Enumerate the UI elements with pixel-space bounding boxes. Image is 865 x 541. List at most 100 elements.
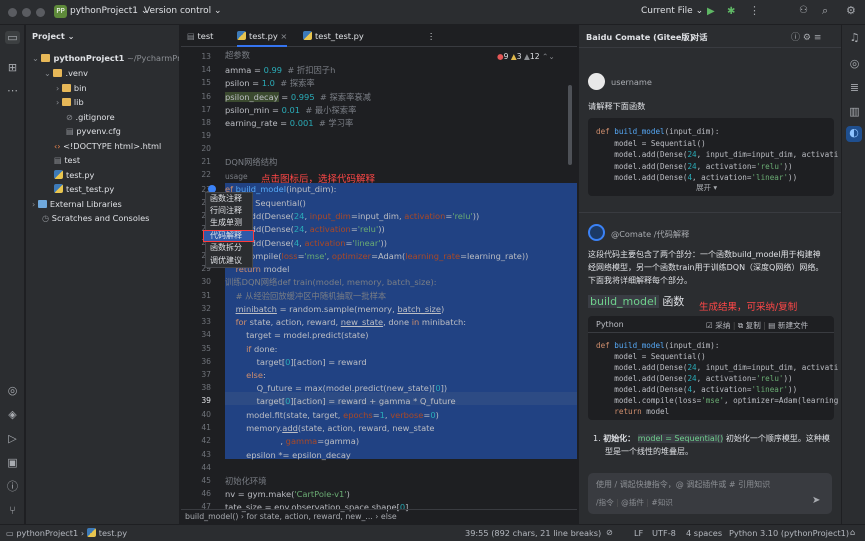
close-window-button[interactable]	[8, 8, 17, 17]
code-line[interactable]: model.fit(state, target, epochs=1, verbo…	[225, 409, 439, 422]
tree-item-scratches[interactable]: ◷ Scratches and Consoles	[42, 211, 149, 225]
editor-scrollbar[interactable]	[568, 85, 572, 165]
tab-chat[interactable]: 对话	[691, 31, 707, 43]
comate-icon[interactable]: ◐	[846, 126, 862, 142]
code-line[interactable]: epsilon *= epsilon_decay	[225, 449, 351, 462]
layers-icon[interactable]: ◈	[5, 408, 20, 421]
sciview-icon[interactable]: ▥	[847, 105, 862, 118]
tree-item-test[interactable]: ▤ test	[54, 153, 80, 167]
problems-icon[interactable]: ⓘ	[5, 480, 20, 493]
tree-item-external-libraries[interactable]: › External Libraries	[32, 197, 122, 211]
python-packages-icon[interactable]: ◎	[5, 384, 20, 397]
new-file-button[interactable]: ▤ 新建文件	[768, 321, 808, 330]
python-interpreter[interactable]: Python 3.10 (pythonProject1)	[729, 528, 849, 538]
tree-item-html[interactable]: ‹› <!DOCTYPE html>.html	[54, 139, 161, 153]
code-line[interactable]: psilon_min = 0.01 # 最小探索率	[225, 104, 356, 117]
code-line[interactable]: if done:	[225, 343, 277, 356]
code-line[interactable]: target[0][action] = reward + gamma * Q_f…	[225, 395, 456, 408]
tree-item-test-test-py[interactable]: test_test.py	[54, 182, 114, 196]
code-line[interactable]: Q_future = max(model.predict(new_state)[…	[225, 382, 448, 395]
chat-input[interactable]: 使用 / 调起快捷指令，@ 调起插件或 # 引用知识 /指令 | @插件 | #…	[588, 473, 832, 514]
help-icon[interactable]: ⓘ	[791, 33, 800, 43]
notifications-icon[interactable]: ♫	[847, 31, 862, 44]
file-encoding[interactable]: UTF-8	[652, 528, 676, 538]
tree-item-gitignore[interactable]: ⊘ .gitignore	[66, 110, 115, 124]
project-panel-title[interactable]: Project ⌄	[32, 31, 75, 41]
settings-icon[interactable]: ⚙	[846, 4, 856, 17]
project-switcher[interactable]: pythonProject1 ⌄	[70, 6, 148, 16]
code-line[interactable]: else:	[225, 369, 266, 382]
tab-test-test-py[interactable]: test_test.py	[303, 25, 364, 47]
menu-item-generate-unit-test[interactable]: 生成单测	[210, 217, 242, 229]
caret-position[interactable]: 39:55 (892 chars, 21 line breaks)	[465, 528, 601, 538]
breadcrumb-item[interactable]: build_model()	[185, 512, 238, 521]
breadcrumb-item[interactable]: else	[381, 512, 397, 521]
slash-command-button[interactable]: /指令	[596, 498, 614, 507]
settings-icon[interactable]: ⚙	[803, 33, 811, 43]
plugin-button[interactable]: @插件	[621, 498, 644, 507]
indent-setting[interactable]: 4 spaces	[686, 528, 722, 538]
status-breadcrumb[interactable]: ▭ pythonProject1 › test.py	[6, 528, 127, 538]
code-line[interactable]: minibatch = random.sample(memory, batch_…	[225, 303, 445, 316]
warning-count: 3	[516, 52, 522, 61]
debug-icon[interactable]: ✱	[727, 6, 735, 17]
tree-item-bin[interactable]: › bin	[56, 81, 87, 95]
inspection-widget[interactable]: ●9 ▲3 ▲12 ⌃⌄	[497, 52, 555, 61]
database-icon[interactable]: ≣	[847, 81, 862, 94]
git-icon[interactable]: ⑂	[5, 504, 20, 517]
more-actions-icon[interactable]: ⋮	[749, 4, 760, 17]
copy-button[interactable]: ⧉ 复制	[738, 321, 761, 330]
tabs-more-icon[interactable]: ⋮	[427, 25, 435, 47]
search-icon[interactable]: ⌕	[822, 4, 828, 18]
project-folder-icon[interactable]: ▭	[5, 31, 20, 44]
tree-item-pyvenv[interactable]: ▤ pyvenv.cfg	[66, 124, 121, 138]
close-icon[interactable]: ×	[280, 31, 287, 41]
code-line[interactable]: el.add(Dense(24, input_dim=input_dim, ac…	[225, 210, 480, 223]
status-warning-icon[interactable]: ⊘	[606, 527, 613, 537]
structure-icon[interactable]: ⊞	[5, 61, 20, 74]
lock-icon[interactable]: ⌂	[850, 527, 855, 537]
tab-test[interactable]: ▤ test	[187, 25, 213, 47]
code-line[interactable]: el.compile(loss='mse', optimizer=Adam(le…	[225, 250, 529, 263]
menu-item-tuning-advice[interactable]: 调优建议	[210, 255, 242, 267]
list-icon[interactable]: ≡	[814, 33, 822, 43]
tree-item-venv[interactable]: ⌄ .venv	[44, 66, 88, 80]
add-user-icon[interactable]: ⚇	[799, 5, 808, 16]
code-line[interactable]: , gamma=gamma)	[225, 435, 359, 448]
tree-item-test-py[interactable]: test.py	[54, 168, 94, 182]
menu-item-split-function[interactable]: 函数拆分	[210, 242, 242, 254]
run-tool-icon[interactable]: ▷	[5, 432, 20, 445]
terminal-icon[interactable]: ▣	[5, 456, 20, 469]
code-line[interactable]: amma = 0.99 # 折扣因子h	[225, 64, 335, 77]
adopt-button[interactable]: ☑ 采纳	[706, 321, 730, 330]
vcs-menu[interactable]: Version control ⌄	[144, 6, 222, 16]
code-line[interactable]: earning_rate = 0.001 # 学习率	[225, 117, 353, 130]
ai-assistant-icon[interactable]: ◎	[847, 57, 862, 70]
maximize-window-button[interactable]	[36, 8, 45, 17]
bot-header: @Comate /代码解释	[611, 229, 690, 239]
tab-test-py[interactable]: test.py ×	[237, 25, 288, 47]
more-tools-icon[interactable]: ⋯	[5, 84, 20, 97]
breadcrumb-item[interactable]: for state, action, reward, new_...	[247, 512, 373, 521]
line-separator[interactable]: LF	[634, 528, 643, 538]
code-line[interactable]: psilon_decay = 0.995 # 探索率衰减	[225, 91, 371, 104]
tree-item-project-root[interactable]: ⌄ pythonProject1 ~/PycharmProject	[32, 51, 179, 65]
line-number: 19	[201, 131, 211, 140]
code-line[interactable]: target = model.predict(state)	[225, 329, 368, 342]
code-line[interactable]: nv = gym.make('CartPole-v1')	[225, 488, 350, 501]
expand-button[interactable]: 展开 ▾	[696, 182, 717, 193]
code-line[interactable]: psilon = 1.0 # 探索率	[225, 77, 315, 90]
knowledge-button[interactable]: #知识	[651, 498, 673, 507]
code-line[interactable]: memory.add(state, action, reward, new_st…	[225, 422, 434, 435]
code-line[interactable]: target[0][action] = reward	[225, 356, 367, 369]
menu-item-inline-comment[interactable]: 行间注释	[210, 205, 242, 217]
run-config-selector[interactable]: Current File ⌄	[641, 6, 703, 16]
code-line[interactable]: # 从经验回放缓冲区中随机抽取一批样本	[225, 290, 387, 303]
menu-item-function-comment[interactable]: 函数注释	[210, 193, 242, 205]
tree-item-lib[interactable]: › lib	[56, 95, 84, 109]
minimize-window-button[interactable]	[22, 8, 31, 17]
menu-item-explain-code[interactable]: 代码解释	[210, 230, 242, 242]
run-icon[interactable]: ▶	[707, 6, 715, 17]
send-icon[interactable]: ➤	[812, 495, 820, 506]
code-line[interactable]: for state, action, reward, new_state, do…	[225, 316, 467, 329]
